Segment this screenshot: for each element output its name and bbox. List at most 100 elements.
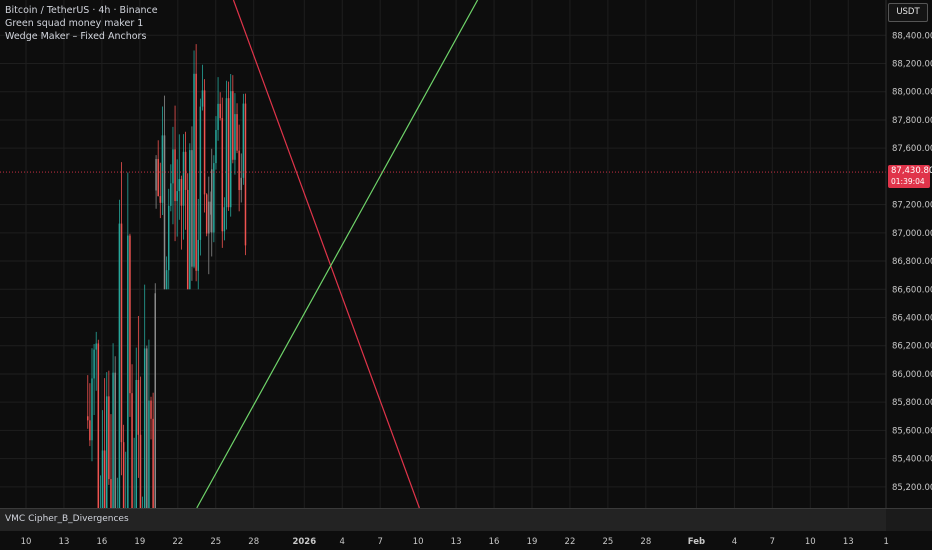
time-tick-label: 4	[732, 537, 737, 547]
indicator-pane-label[interactable]: VMC Cipher_B_Divergences	[5, 514, 129, 524]
candle-body	[101, 450, 104, 508]
price-tick-label: 87,000.00	[892, 229, 932, 239]
candle-body	[139, 434, 142, 508]
time-tick-label: 28	[640, 537, 651, 547]
candle-body	[184, 151, 187, 190]
candle-body	[89, 420, 91, 441]
indicator-pane-axis	[886, 508, 932, 531]
candle-body	[122, 442, 125, 508]
time-axis-labels: 10 13 16 19 22 25 28 2026 4 7 10 13 16 19 22 25 28 Feb 4 7 1…	[0, 529, 932, 550]
candle-body	[110, 479, 112, 508]
price-chart[interactable]: 88,400.00 88,200.00 88,000.00 87,800.00 87,6…	[0, 0, 932, 550]
candle-body	[137, 379, 140, 435]
candle-body	[91, 378, 93, 441]
candle-body	[242, 103, 245, 178]
indicator-1-label[interactable]: Green squad money maker 1	[5, 17, 158, 30]
price-tick-label: 88,200.00	[892, 60, 932, 70]
candle-body	[129, 235, 131, 394]
candle-body	[127, 235, 129, 509]
candle-body	[234, 114, 236, 160]
candle-body	[135, 379, 138, 508]
price-tick-label: 87,200.00	[892, 201, 932, 211]
time-tick-label: 2026	[292, 537, 316, 547]
candle-body	[114, 372, 116, 508]
price-tick-label: 86,200.00	[892, 342, 932, 352]
candle-body	[191, 150, 193, 267]
candle-body	[244, 103, 247, 246]
candle-body	[193, 73, 195, 267]
last-price-value: 87,430.80	[891, 166, 932, 176]
candle-body	[225, 98, 228, 208]
candle-body	[93, 349, 95, 379]
candle-body	[232, 91, 234, 160]
candle-body	[146, 348, 148, 508]
candle-body	[112, 372, 114, 508]
candle-body	[174, 149, 176, 202]
price-tick-label: 85,600.00	[892, 426, 932, 436]
price-tick-label: 85,800.00	[892, 398, 932, 408]
candle-body	[217, 103, 219, 130]
candle-body	[180, 179, 183, 206]
candle-body	[154, 293, 156, 508]
time-tick-label: 16	[96, 537, 107, 547]
candle-body	[197, 239, 200, 271]
currency-button[interactable]: USDT	[888, 3, 928, 22]
bar-countdown: 01:39:04	[891, 177, 925, 186]
candle-body	[182, 151, 185, 206]
candle-body	[87, 416, 89, 421]
candle-body	[203, 90, 206, 195]
candle-body	[229, 91, 232, 208]
candle-body	[157, 159, 159, 197]
price-tick-label: 88,400.00	[892, 31, 932, 41]
time-tick-label: 7	[770, 537, 775, 547]
price-tick-label: 85,200.00	[892, 483, 932, 493]
time-tick-label: 22	[172, 537, 183, 547]
price-tick-label: 86,400.00	[892, 314, 932, 324]
candle-body	[161, 135, 164, 203]
candle-body	[210, 169, 213, 233]
time-tick-label: 13	[59, 537, 70, 547]
candle-body	[95, 343, 97, 350]
last-price-badge: 87,430.80 01:39:04	[888, 165, 932, 188]
candle-body	[199, 106, 202, 240]
time-tick-label: 1	[883, 537, 888, 547]
time-tick-label: 10	[21, 537, 32, 547]
candle-body	[155, 159, 157, 191]
time-tick-label: 13	[843, 537, 854, 547]
time-tick-label: 10	[805, 537, 816, 547]
indicator-pane[interactable]: VMC Cipher_B_Divergences	[0, 508, 886, 531]
candle-body	[97, 343, 100, 508]
candle-body	[103, 450, 106, 508]
candle-body	[213, 163, 215, 233]
candle-body	[189, 150, 191, 290]
candle-body	[159, 196, 162, 203]
price-tick-label: 86,600.00	[892, 285, 932, 295]
candle-body	[236, 114, 238, 151]
candle-body	[120, 223, 123, 443]
candle-body	[215, 129, 217, 164]
price-tick-label: 85,400.00	[892, 455, 932, 465]
price-tick-label: 86,800.00	[892, 257, 932, 267]
time-tick-label: 4	[340, 537, 345, 547]
candle-body	[178, 179, 181, 192]
time-tick-label: 28	[248, 537, 259, 547]
time-tick-label: 19	[134, 537, 145, 547]
chart-legend: Bitcoin / TetherUS · 4h · Binance Green …	[5, 4, 158, 43]
indicator-2-label[interactable]: Wedge Maker – Fixed Anchors	[5, 30, 158, 43]
candle-body	[240, 177, 243, 191]
time-tick-label: 16	[489, 537, 500, 547]
price-tick-label: 87,600.00	[892, 144, 932, 154]
candle-body	[186, 189, 189, 290]
candle-body	[165, 270, 168, 290]
candle-body	[148, 400, 150, 508]
candle-body	[143, 348, 146, 508]
candle-body	[152, 418, 154, 508]
candle-body	[227, 98, 230, 208]
symbol-title[interactable]: Bitcoin / TetherUS · 4h · Binance	[5, 4, 158, 17]
time-tick-label: 10	[413, 537, 424, 547]
candle-body	[163, 135, 166, 290]
candle-body	[205, 194, 208, 234]
time-tick-label: 25	[210, 537, 221, 547]
time-tick-label: 7	[377, 537, 382, 547]
candle-body	[221, 118, 224, 232]
